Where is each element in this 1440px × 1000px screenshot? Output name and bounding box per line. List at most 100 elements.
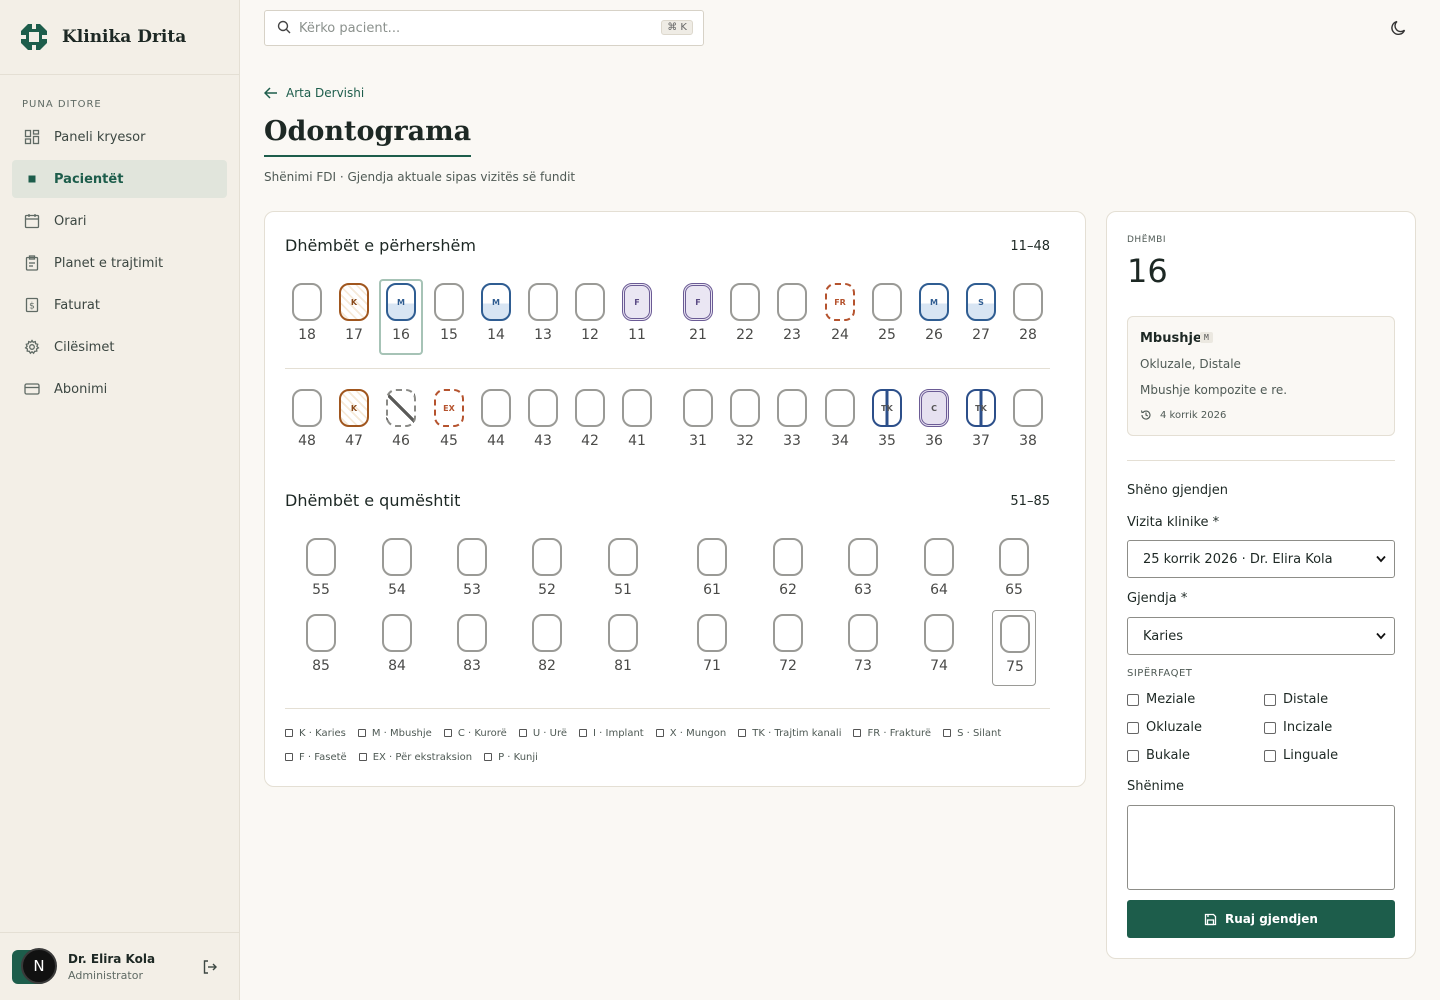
tooth-11[interactable]: F 11 [615, 279, 659, 355]
tooth-shape [773, 538, 803, 576]
surface-incisal-checkbox[interactable]: Incizale [1264, 720, 1332, 735]
tooth-number-label: 65 [1005, 582, 1023, 598]
tooth-32[interactable]: 32 [723, 385, 767, 461]
sidebar-item-subscription[interactable]: Abonimi [12, 370, 227, 408]
tooth-83[interactable]: 83 [450, 610, 494, 686]
tooth-number-label: 31 [689, 433, 707, 449]
tooth-number-label: 42 [581, 433, 599, 449]
tooth-22[interactable]: 22 [723, 279, 767, 355]
tooth-62[interactable]: 62 [766, 534, 810, 610]
surface-distal-checkbox[interactable]: Distale [1264, 692, 1328, 707]
tooth-81[interactable]: 81 [601, 610, 645, 686]
sidebar-item-schedule[interactable]: Orari [12, 202, 227, 240]
tooth-84[interactable]: 84 [375, 610, 419, 686]
tooth-number-label: 33 [783, 433, 801, 449]
save-button[interactable]: Ruaj gjendjen [1127, 900, 1395, 938]
clinic-logo-icon [20, 23, 48, 51]
surface-mesial-checkbox[interactable]: Meziale [1127, 692, 1195, 707]
tooth-31[interactable]: 31 [676, 385, 720, 461]
tooth-25[interactable]: 25 [865, 279, 909, 355]
checkbox-box[interactable] [1264, 721, 1276, 734]
tooth-shape: F [683, 283, 713, 321]
tooth-82[interactable]: 82 [525, 610, 569, 686]
tooth-17[interactable]: K 17 [332, 279, 376, 355]
sidebar-item-patients[interactable]: Pacientët [12, 160, 227, 198]
search-box[interactable]: ⌘ K [264, 10, 704, 46]
tooth-41[interactable]: 41 [615, 385, 659, 461]
surface-lingual-checkbox[interactable]: Linguale [1264, 748, 1338, 763]
checkbox-box[interactable] [1127, 693, 1139, 706]
sidebar-item-treatment-plans[interactable]: Planet e trajtimit [12, 244, 227, 282]
tooth-54[interactable]: 54 [375, 534, 419, 610]
tooth-55[interactable]: 55 [299, 534, 343, 610]
tooth-21[interactable]: F 21 [676, 279, 720, 355]
tooth-48[interactable]: 48 [285, 385, 329, 461]
surface-occlusal-checkbox[interactable]: Okluzale [1127, 720, 1202, 735]
notes-textarea[interactable] [1127, 805, 1395, 890]
tooth-71[interactable]: 71 [690, 610, 734, 686]
tooth-44[interactable]: 44 [474, 385, 518, 461]
surface-buccal-checkbox[interactable]: Bukale [1127, 748, 1190, 763]
tooth-45[interactable]: EX 45 [427, 385, 471, 461]
tooth-53[interactable]: 53 [450, 534, 494, 610]
gear-icon [24, 339, 40, 355]
logout-icon[interactable] [202, 959, 218, 979]
checkbox-box[interactable] [1264, 693, 1276, 706]
tooth-13[interactable]: 13 [521, 279, 565, 355]
legend-swatch [853, 729, 862, 737]
tooth-36[interactable]: C 36 [912, 385, 956, 461]
sidebar-item-settings[interactable]: Cilësimet [12, 328, 227, 366]
tooth-73[interactable]: 73 [841, 610, 885, 686]
moon-icon[interactable] [1390, 19, 1408, 41]
tooth-number-label: 25 [878, 327, 896, 343]
tooth-46[interactable]: 46 [379, 385, 423, 461]
legend-label: K · Karies [299, 727, 346, 739]
tooth-14[interactable]: M 14 [474, 279, 518, 355]
tooth-72[interactable]: 72 [766, 610, 810, 686]
tooth-18[interactable]: 18 [285, 279, 329, 355]
visit-select[interactable]: 25 korrik 2026 · Dr. Elira Kola [1127, 540, 1395, 578]
search-input[interactable] [299, 20, 639, 36]
brand[interactable]: Klinika Drita [0, 0, 239, 75]
tooth-28[interactable]: 28 [1006, 279, 1050, 355]
tooth-16[interactable]: M 16 [379, 279, 423, 355]
tooth-26[interactable]: M 26 [912, 279, 956, 355]
tooth-12[interactable]: 12 [568, 279, 612, 355]
tooth-38[interactable]: 38 [1006, 385, 1050, 461]
tooth-34[interactable]: 34 [818, 385, 862, 461]
tooth-number-label: 64 [930, 582, 948, 598]
tooth-24[interactable]: FR 24 [818, 279, 862, 355]
checkbox-box[interactable] [1127, 749, 1139, 762]
legend-swatch [357, 729, 366, 737]
tooth-47[interactable]: K 47 [332, 385, 376, 461]
sidebar-item-invoices[interactable]: $ Faturat [12, 286, 227, 324]
tooth-52[interactable]: 52 [525, 534, 569, 610]
tooth-33[interactable]: 33 [770, 385, 814, 461]
tooth-35[interactable]: TK 35 [865, 385, 909, 461]
tooth-43[interactable]: 43 [521, 385, 565, 461]
state-select[interactable]: Karies [1127, 617, 1395, 655]
tooth-15[interactable]: 15 [427, 279, 471, 355]
tooth-shape [386, 389, 416, 427]
tooth-37[interactable]: TK 37 [959, 385, 1003, 461]
tooth-23[interactable]: 23 [770, 279, 814, 355]
sidebar-item-dashboard[interactable]: Paneli kryesor [12, 118, 227, 156]
tooth-63[interactable]: 63 [841, 534, 885, 610]
tooth-85[interactable]: 85 [299, 610, 343, 686]
page-title: Odontograma [264, 116, 472, 157]
tooth-61[interactable]: 61 [690, 534, 734, 610]
tooth-51[interactable]: 51 [601, 534, 645, 610]
back-link[interactable]: Arta Dervishi [264, 86, 364, 100]
checkbox-box[interactable] [1264, 749, 1276, 762]
tooth-74[interactable]: 74 [917, 610, 961, 686]
tooth-42[interactable]: 42 [568, 385, 612, 461]
sidebar: Klinika Drita PUNA DITORE Paneli kryesor… [0, 0, 240, 1000]
tooth-27[interactable]: S 27 [959, 279, 1003, 355]
tooth-65[interactable]: 65 [992, 534, 1036, 610]
checkbox-box[interactable] [1127, 721, 1139, 734]
avatar[interactable]: N [12, 947, 57, 984]
tooth-number-label: 35 [878, 433, 896, 449]
tooth-64[interactable]: 64 [917, 534, 961, 610]
tooth-75[interactable]: 75 [992, 610, 1036, 686]
checkbox-label: Incizale [1283, 720, 1333, 735]
